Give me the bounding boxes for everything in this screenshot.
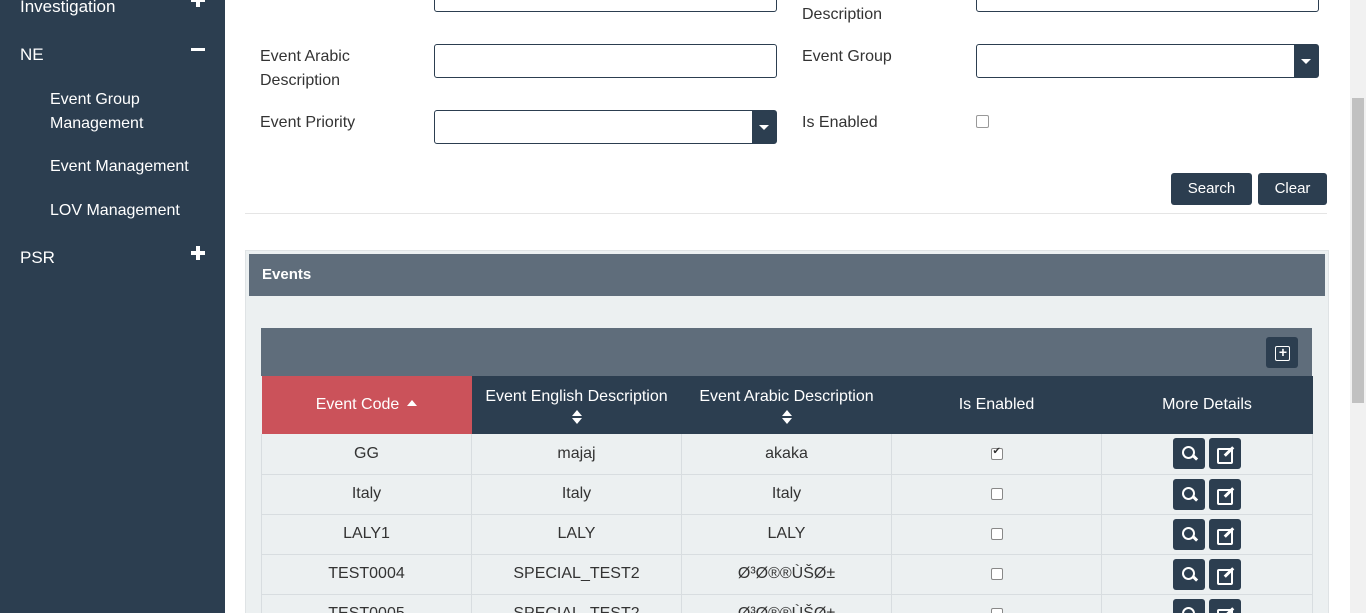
cell-arabic-description: Ø³Ø®®ÙŠØ± <box>681 554 892 595</box>
cell-english-description: SPECIAL_TEST2 <box>471 594 682 613</box>
column-header-label: More Details <box>1162 396 1252 413</box>
edit-icon[interactable] <box>1209 518 1241 550</box>
plus-icon[interactable] <box>191 246 205 260</box>
event-code-input[interactable] <box>434 0 777 12</box>
edit-icon[interactable] <box>1209 438 1241 470</box>
enabled-checkbox <box>990 567 1003 580</box>
events-table: Event Code Event English Description Eve… <box>261 376 1313 613</box>
sidebar-item-label: NE <box>20 45 44 64</box>
table-row: TEST0004 SPECIAL_TEST2 Ø³Ø®®ÙŠØ± <box>261 554 1313 595</box>
chevron-down-icon <box>1294 45 1318 77</box>
cell-is-enabled <box>891 474 1102 515</box>
enabled-checkbox <box>990 527 1003 540</box>
sidebar-item-label: PSR <box>20 248 55 267</box>
view-details-icon[interactable] <box>1173 598 1205 613</box>
cell-is-enabled <box>891 434 1102 475</box>
event-group-label: Event Group <box>802 48 892 65</box>
is-enabled-checkbox[interactable] <box>976 115 989 128</box>
view-details-icon[interactable] <box>1173 518 1205 550</box>
minus-icon[interactable] <box>191 43 205 57</box>
sort-asc-icon <box>407 400 418 406</box>
cell-more-details <box>1101 434 1313 475</box>
cell-more-details <box>1101 554 1313 595</box>
sidebar-item-investigation[interactable]: Investigation <box>20 0 205 19</box>
column-header-is-enabled: Is Enabled <box>891 376 1102 434</box>
cell-event-code: GG <box>261 434 472 475</box>
english-description-label-tail: Description <box>802 6 883 23</box>
table-row: GG majaj akaka <box>261 434 1313 475</box>
is-enabled-label: Is Enabled <box>802 114 878 131</box>
scrollbar-thumb[interactable] <box>1352 98 1364 403</box>
sidebar-item-ne[interactable]: NE <box>20 45 205 67</box>
table-row: LALY1 LALY LALY <box>261 514 1313 555</box>
edit-icon[interactable] <box>1209 598 1241 613</box>
cell-english-description: LALY <box>471 514 682 555</box>
cell-is-enabled <box>891 514 1102 555</box>
cell-arabic-description: akaka <box>681 434 892 475</box>
page-scrollbar[interactable] <box>1350 0 1366 613</box>
cell-more-details <box>1101 474 1313 515</box>
table-row: TEST0005 SPECIAL_TEST2 Ø³Ø®®ÙŠØ± <box>261 594 1313 613</box>
sidebar-item-label: Investigation <box>20 0 116 16</box>
divider <box>245 213 1327 214</box>
view-details-icon[interactable] <box>1173 438 1205 470</box>
cell-arabic-description: LALY <box>681 514 892 555</box>
table-toolbar <box>261 328 1312 376</box>
cell-is-enabled <box>891 594 1102 613</box>
sort-icon <box>781 410 792 424</box>
edit-icon[interactable] <box>1209 558 1241 590</box>
clear-button[interactable]: Clear <box>1258 173 1327 205</box>
column-header-label: Event Arabic Description <box>699 388 874 405</box>
event-priority-label: Event Priority <box>260 114 356 131</box>
table-row: Italy Italy Italy <box>261 474 1313 515</box>
view-details-icon[interactable] <box>1173 478 1205 510</box>
cell-arabic-description: Italy <box>681 474 892 515</box>
column-header-label: Event Code <box>315 396 400 413</box>
chevron-down-icon <box>752 111 776 143</box>
event-group-select[interactable] <box>976 44 1319 78</box>
sort-icon <box>571 410 582 424</box>
table-header-row: Event Code Event English Description Eve… <box>261 376 1313 434</box>
cell-more-details <box>1101 514 1313 555</box>
event-priority-select[interactable] <box>434 110 777 144</box>
enabled-checkbox <box>990 446 1003 460</box>
cell-english-description: SPECIAL_TEST2 <box>471 554 682 595</box>
cell-event-code: Italy <box>261 474 472 515</box>
panel-title: Events <box>249 254 1325 296</box>
column-header-more-details: More Details <box>1101 376 1313 434</box>
enabled-checkbox <box>990 607 1003 613</box>
event-arabic-description-input[interactable] <box>434 44 777 78</box>
view-details-icon[interactable] <box>1173 558 1205 590</box>
cell-is-enabled <box>891 554 1102 595</box>
search-button[interactable]: Search <box>1171 173 1252 205</box>
column-header-english-description[interactable]: Event English Description <box>471 376 682 434</box>
cell-english-description: majaj <box>471 434 682 475</box>
column-header-event-code[interactable]: Event Code <box>261 376 472 434</box>
sidebar: Investigation NE Event Group Management … <box>0 0 225 613</box>
column-header-arabic-description[interactable]: Event Arabic Description <box>681 376 892 434</box>
column-header-label: Is Enabled <box>958 396 1035 413</box>
plus-icon[interactable] <box>191 0 205 7</box>
sidebar-subitem-event-management[interactable]: Event Management <box>50 155 215 179</box>
cell-english-description: Italy <box>471 474 682 515</box>
cell-event-code: LALY1 <box>261 514 472 555</box>
cell-event-code: TEST0004 <box>261 554 472 595</box>
enabled-checkbox <box>990 487 1003 500</box>
edit-icon[interactable] <box>1209 478 1241 510</box>
cell-event-code: TEST0005 <box>261 594 472 613</box>
sidebar-item-psr[interactable]: PSR <box>20 246 205 270</box>
sidebar-subitem-lov-management[interactable]: LOV Management <box>50 199 215 223</box>
cell-more-details <box>1101 594 1313 613</box>
column-header-label: Event English Description <box>485 388 668 405</box>
sidebar-subitem-event-group-management[interactable]: Event Group Management <box>50 88 215 136</box>
english-description-input[interactable] <box>976 0 1319 12</box>
cell-arabic-description: Ø³Ø®®ÙŠØ± <box>681 594 892 613</box>
column-toggle-icon[interactable] <box>1266 337 1298 368</box>
event-arabic-description-label: Event Arabic Description <box>260 48 350 89</box>
